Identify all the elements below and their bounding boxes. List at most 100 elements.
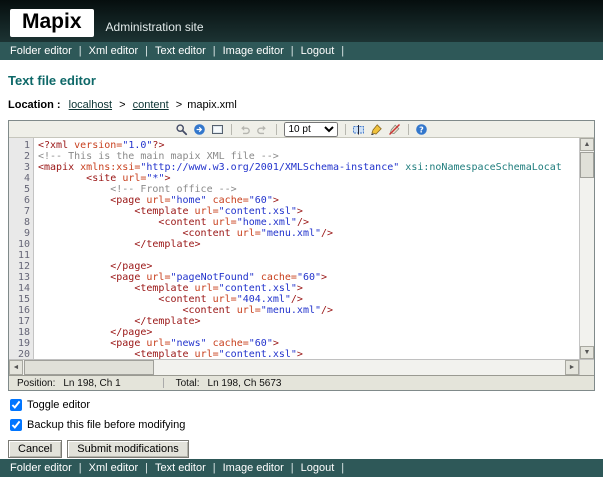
help-icon[interactable]: ? <box>414 122 430 137</box>
code-line: <content url="home.xml"/> <box>38 217 579 228</box>
footer-nav-separator: | <box>79 462 82 474</box>
code-line: </page> <box>38 327 579 338</box>
fullscreen-icon[interactable] <box>210 122 226 137</box>
position-label: Position: <box>17 378 55 389</box>
breadcrumb-content[interactable]: content <box>133 99 169 111</box>
vertical-scrollbar[interactable]: ▲ ▼ <box>579 138 594 359</box>
nav-separator: | <box>341 45 344 57</box>
horizontal-scrollbar[interactable]: ◄ ► <box>9 360 579 375</box>
search-icon[interactable] <box>174 122 190 137</box>
line-number: 20 <box>9 349 30 359</box>
header: Mapix Administration site <box>0 0 603 42</box>
code-area[interactable]: <?xml version="1.0"?><!-- This is the ma… <box>34 138 579 359</box>
code-line: <template url="content.xsl"> <box>38 206 579 217</box>
line-number: 1 <box>9 140 30 151</box>
line-number: 2 <box>9 151 30 162</box>
code-line: <content url="404.xml"/> <box>38 294 579 305</box>
line-number: 14 <box>9 283 30 294</box>
toggle-editor-label: Toggle editor <box>27 399 90 411</box>
code-line: <?xml version="1.0"?> <box>38 140 579 151</box>
site-subtitle: Administration site <box>106 20 204 34</box>
footer-nav-folder-editor[interactable]: Folder editor <box>10 462 72 474</box>
code-line: <page url="news" cache="60"> <box>38 338 579 349</box>
position-value: Ln 198, Ch 1 <box>63 378 120 389</box>
nav-separator: | <box>145 45 148 57</box>
toolbar-divider <box>276 124 277 135</box>
line-number: 9 <box>9 228 30 239</box>
line-number: 5 <box>9 184 30 195</box>
footer-nav-separator: | <box>291 462 294 474</box>
line-number: 16 <box>9 305 30 316</box>
total-value: Ln 198, Ch 5673 <box>208 378 282 389</box>
breadcrumb-localhost[interactable]: localhost <box>69 99 112 111</box>
code-line: <page url="pageNotFound" cache="60"> <box>38 272 579 283</box>
font-size-select[interactable]: 10 pt <box>284 122 338 137</box>
line-number: 6 <box>9 195 30 206</box>
line-number: 10 <box>9 239 30 250</box>
footer-nav-separator: | <box>213 462 216 474</box>
nav-folder-editor[interactable]: Folder editor <box>10 45 72 57</box>
nav-logout[interactable]: Logout <box>301 45 335 57</box>
reset-highlight-icon[interactable] <box>387 122 403 137</box>
backup-file-label: Backup this file before modifying <box>27 419 185 431</box>
line-number: 8 <box>9 217 30 228</box>
nav-text-editor[interactable]: Text editor <box>155 45 206 57</box>
code-line: <mapix xmlns:xsi="http://www.w3.org/2001… <box>38 162 579 173</box>
line-number: 13 <box>9 272 30 283</box>
vertical-scroll-track[interactable] <box>580 151 594 346</box>
breadcrumb-current-file: mapix.xml <box>187 99 237 111</box>
line-number: 11 <box>9 250 30 261</box>
form-actions: Cancel Submit modifications <box>8 440 595 458</box>
main-content: Text file editor Location : localhost > … <box>0 60 603 458</box>
nav-xml-editor[interactable]: Xml editor <box>89 45 139 57</box>
top-nav: Folder editor | Xml editor | Text editor… <box>0 42 603 60</box>
vertical-scroll-thumb[interactable] <box>580 152 594 178</box>
code-line: <content url="menu.xml"/> <box>38 228 579 239</box>
horizontal-scroll-thumb[interactable] <box>24 360 154 375</box>
horizontal-scroll-track[interactable] <box>23 360 565 375</box>
backup-file-checkbox[interactable] <box>10 419 22 431</box>
code-line: <site url="*"> <box>38 173 579 184</box>
code-line: <page url="home" cache="60"> <box>38 195 579 206</box>
code-line: </page> <box>38 261 579 272</box>
line-number: 15 <box>9 294 30 305</box>
editor-status-bar: Position: Ln 198, Ch 1 Total: Ln 198, Ch… <box>9 375 594 390</box>
footer-nav-separator: | <box>341 462 344 474</box>
nav-separator: | <box>79 45 82 57</box>
line-number-gutter: 123456789101112131415161718192021 <box>9 138 34 359</box>
redo-icon[interactable] <box>255 122 271 137</box>
cancel-button[interactable]: Cancel <box>8 440 62 458</box>
footer-nav-xml-editor[interactable]: Xml editor <box>89 462 139 474</box>
code-line: </template> <box>38 239 579 250</box>
footer-nav-image-editor[interactable]: Image editor <box>223 462 284 474</box>
toggle-editor-checkbox[interactable] <box>10 399 22 411</box>
breadcrumb-separator: > <box>176 99 182 111</box>
go-to-line-icon[interactable] <box>192 122 208 137</box>
nav-separator: | <box>291 45 294 57</box>
footer-nav-separator: | <box>145 462 148 474</box>
footer-nav-logout[interactable]: Logout <box>301 462 335 474</box>
mapix-logo[interactable]: Mapix <box>10 9 94 37</box>
highlight-icon[interactable] <box>369 122 385 137</box>
line-number: 17 <box>9 316 30 327</box>
code-line: <template url="content.xsl"> <box>38 349 579 359</box>
nav-image-editor[interactable]: Image editor <box>223 45 284 57</box>
smooth-selection-icon[interactable] <box>351 122 367 137</box>
submit-modifications-button[interactable]: Submit modifications <box>67 440 189 458</box>
code-line: </template> <box>38 316 579 327</box>
svg-text:?: ? <box>419 125 424 134</box>
line-number: 4 <box>9 173 30 184</box>
undo-icon[interactable] <box>237 122 253 137</box>
scroll-left-icon[interactable]: ◄ <box>9 360 23 375</box>
code-line: <content url="menu.xml"/> <box>38 305 579 316</box>
footer-nav-text-editor[interactable]: Text editor <box>155 462 206 474</box>
toolbar-divider <box>231 124 232 135</box>
scroll-down-icon[interactable]: ▼ <box>580 346 594 359</box>
total-label: Total: <box>176 378 200 389</box>
breadcrumb: Location : localhost > content > mapix.x… <box>8 99 595 111</box>
code-line: <template url="content.xsl"> <box>38 283 579 294</box>
scroll-right-icon[interactable]: ► <box>565 360 579 375</box>
line-number: 7 <box>9 206 30 217</box>
toolbar-divider <box>345 124 346 135</box>
scroll-up-icon[interactable]: ▲ <box>580 138 594 151</box>
